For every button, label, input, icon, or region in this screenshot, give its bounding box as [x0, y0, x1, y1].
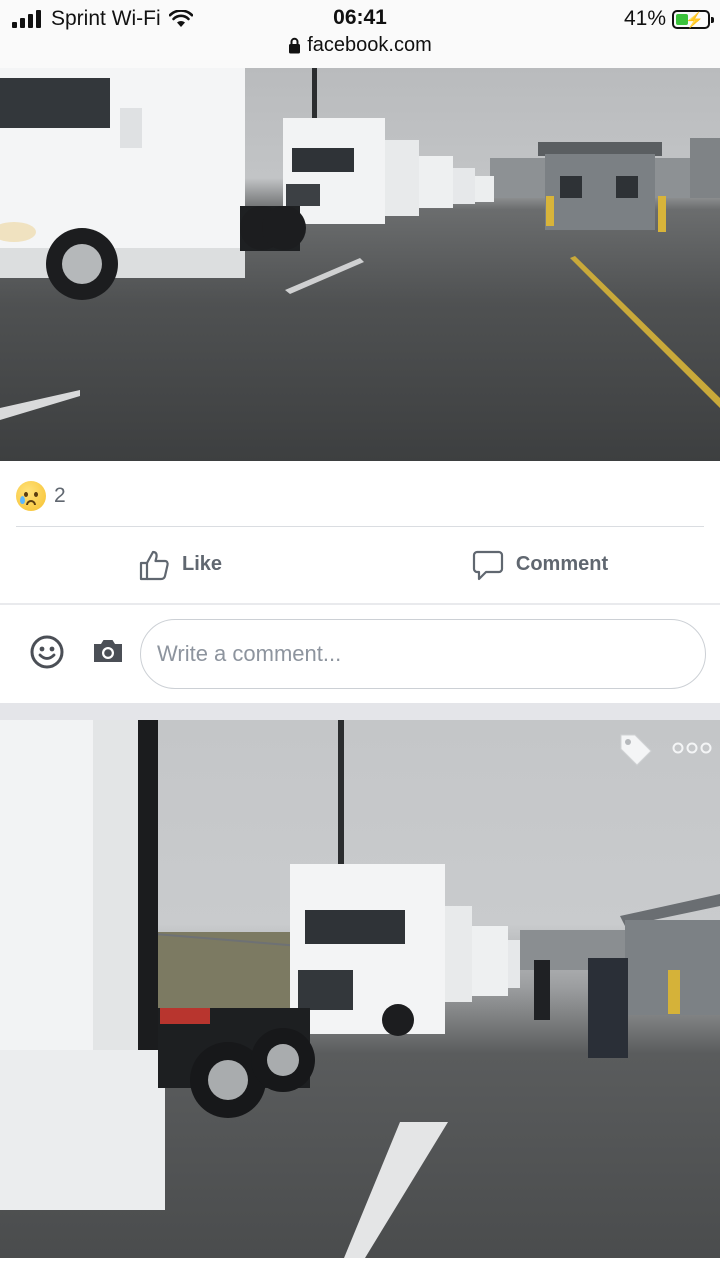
- photo-1-illustration: [0, 68, 720, 420]
- more-options-button[interactable]: [672, 740, 712, 761]
- tag-icon: [620, 734, 652, 766]
- camera-icon: [94, 640, 122, 662]
- emoji-button[interactable]: [30, 635, 64, 674]
- thumbs-up-icon: [139, 550, 169, 580]
- divider: [0, 603, 720, 605]
- status-bar: Sprint Wi-Fi 06:41 41% ⚡ facebook.com: [0, 0, 720, 68]
- address-bar[interactable]: facebook.com: [0, 34, 720, 57]
- post-footer: 2 Like Comment: [0, 461, 720, 703]
- post-photo-2[interactable]: [0, 720, 720, 1258]
- camera-button[interactable]: [92, 638, 124, 669]
- like-label: Like: [181, 553, 223, 575]
- action-bar: Like Comment: [0, 527, 720, 602]
- lock-icon: [289, 37, 301, 54]
- comment-icon: [472, 550, 503, 580]
- battery-charging-icon: ⚡: [672, 9, 714, 29]
- status-right: 41% ⚡: [623, 6, 714, 32]
- photo-2-illustration: [0, 720, 720, 1258]
- comment-input[interactable]: [140, 619, 706, 689]
- tag-button[interactable]: [618, 732, 654, 773]
- reaction-count: 2: [54, 484, 66, 507]
- next-post-footer: [0, 1258, 720, 1280]
- clock: 06:41: [333, 6, 387, 29]
- battery-percent: 41%: [623, 7, 666, 30]
- more-options-icon: [672, 742, 712, 754]
- smiley-icon: [30, 635, 64, 669]
- reaction-summary[interactable]: 2: [16, 481, 66, 511]
- sad-reaction-icon: [16, 481, 46, 511]
- like-button[interactable]: Like: [0, 527, 360, 602]
- post-photo-1[interactable]: [0, 68, 720, 461]
- feed-separator: [0, 703, 720, 720]
- url-text: facebook.com: [307, 34, 432, 56]
- comment-button[interactable]: Comment: [360, 527, 720, 602]
- comment-label: Comment: [515, 553, 609, 575]
